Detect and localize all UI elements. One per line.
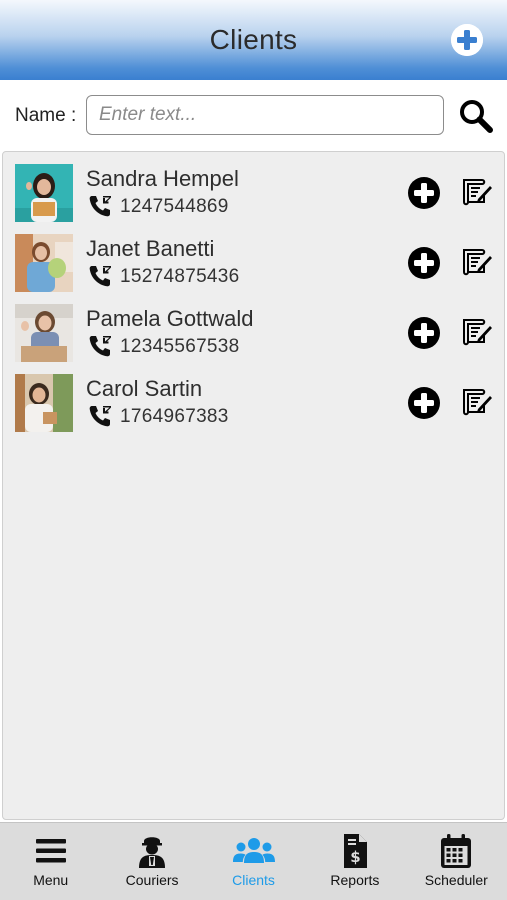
nav-item-menu[interactable]: Menu [0,823,101,900]
phone-call-icon [89,196,111,217]
client-row[interactable]: Janet Banetti 15274875436 [3,222,504,292]
add-order-icon[interactable] [408,317,440,349]
bottom-nav: Menu Couriers Clients $ Reports Schedule… [0,822,507,900]
nav-label-couriers: Couriers [125,872,179,888]
client-name: Sandra Hempel [86,166,239,191]
phone-call-icon [89,266,111,287]
calendar-icon [441,834,472,868]
svg-text:$: $ [350,848,360,866]
client-list: Sandra Hempel 1247544869 Janet Banetti 1… [2,151,505,820]
client-phone: 12345567538 [120,336,240,357]
magnifier-icon [460,100,493,133]
client-avatar [15,234,73,292]
edit-client-icon[interactable] [459,315,493,349]
phone-call-icon [89,336,111,357]
nav-item-reports[interactable]: $ Reports [304,823,405,900]
clients-screen: Clients Name : Enter text... Sandra Hemp… [0,0,507,900]
edit-client-icon[interactable] [459,245,493,279]
client-avatar [15,304,73,362]
add-order-icon[interactable] [408,177,440,209]
plus-circle-icon [451,24,483,56]
client-phone: 1764967383 [120,406,229,427]
client-phone: 15274875436 [120,266,240,287]
client-row[interactable]: Carol Sartin 1764967383 [3,362,504,432]
client-phone: 1247544869 [120,196,229,217]
client-avatar [15,374,73,432]
invoice-dollar-icon: $ [343,834,367,868]
search-bar: Name : [0,80,507,150]
client-avatar [15,164,73,222]
nav-label-menu: Menu [33,872,69,888]
edit-client-icon[interactable] [459,385,493,419]
nav-item-couriers[interactable]: Couriers [101,823,202,900]
nav-label-scheduler: Scheduler [424,872,488,888]
name-label: Name : [15,105,77,126]
nav-item-scheduler[interactable]: Scheduler [406,823,507,900]
hamburger-icon [35,839,66,863]
add-order-icon[interactable] [408,387,440,419]
add-order-icon[interactable] [408,247,440,279]
edit-client-icon[interactable] [459,175,493,209]
client-row[interactable]: Sandra Hempel 1247544869 [3,152,504,222]
courier-icon [139,837,166,868]
header-bar: Clients [0,0,507,80]
nav-item-clients[interactable]: Clients [203,823,304,900]
name-search-input[interactable] [86,95,444,135]
client-row[interactable]: Pamela Gottwald 12345567538 [3,292,504,362]
page-title: Clients [209,24,298,55]
search-button[interactable] [458,98,494,134]
add-client-button[interactable] [451,24,483,56]
client-name: Carol Sartin [86,376,203,401]
phone-call-icon [89,406,111,427]
client-name: Janet Banetti [86,236,215,261]
users-icon [232,838,275,863]
nav-label-reports: Reports [330,872,380,888]
nav-label-clients: Clients [232,872,275,888]
client-name: Pamela Gottwald [86,306,254,331]
